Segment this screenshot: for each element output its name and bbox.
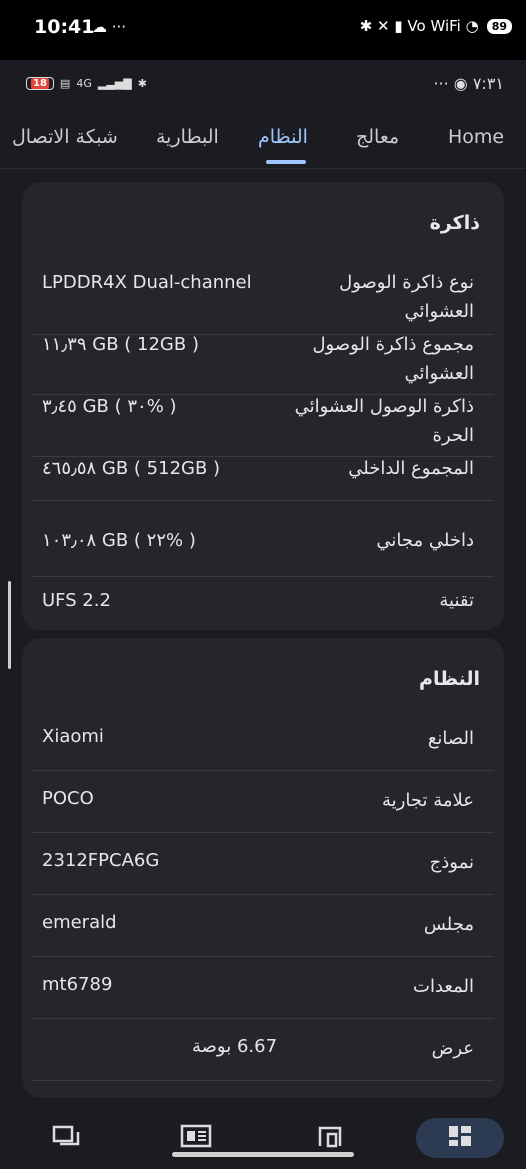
memory-card-title: ذاكرة bbox=[429, 212, 480, 234]
row-value[interactable]: mt6789 bbox=[42, 974, 112, 995]
memory-row-internal-free: داخلي مجاني ١٠٣٫٠٨ GB ( ٢٢% ) bbox=[32, 516, 494, 578]
system-card: النظام الصانع Xiaomi علامة تجارية POCO ن… bbox=[22, 638, 504, 1098]
memory-row-ram-type: نوع ذاكرة الوصول العشوائي LPDDR4X Dual-c… bbox=[32, 268, 494, 335]
row-divider bbox=[32, 576, 494, 577]
nav-tests[interactable] bbox=[46, 1120, 86, 1152]
tab-system[interactable]: النظام bbox=[258, 126, 308, 148]
row-value[interactable]: LPDDR4X Dual-channel bbox=[42, 272, 252, 293]
row-divider bbox=[32, 1080, 494, 1081]
newspaper-icon bbox=[180, 1124, 212, 1148]
home-indicator[interactable] bbox=[172, 1152, 354, 1157]
volte-icon: ▤ bbox=[59, 77, 71, 90]
row-value[interactable]: ٣٫٤٥ GB ( ٣٠% ) bbox=[42, 396, 177, 417]
row-value[interactable]: ٤٦٥٫٥٨ GB ( 512GB ) bbox=[42, 458, 220, 479]
app-window: 18 ▤ 4G ▂▃▅▇ ✱ ··· ◉ ٧:٣١ Home معالج الن… bbox=[0, 60, 526, 1169]
nav-devices[interactable] bbox=[310, 1120, 350, 1152]
row-divider bbox=[32, 832, 494, 833]
row-divider bbox=[32, 1018, 494, 1019]
memory-row-ram-free: ذاكرة الوصول العشوائي الحرة ٣٫٤٥ GB ( ٣٠… bbox=[32, 392, 494, 457]
tab-network[interactable]: شبكة الاتصال bbox=[12, 126, 118, 148]
row-divider bbox=[32, 500, 494, 501]
system-row-manufacturer: الصانع Xiaomi bbox=[32, 724, 494, 786]
memory-card: ذاكرة نوع ذاكرة الوصول العشوائي LPDDR4X … bbox=[22, 182, 504, 630]
row-label: الصانع bbox=[427, 728, 474, 749]
system-icons: ✱ ✕ ▮ Vo WiFi ◔ 89 bbox=[360, 17, 512, 35]
row-label: ذاكرة الوصول العشوائي الحرة bbox=[294, 396, 474, 446]
row-divider bbox=[32, 956, 494, 957]
battery-icon: 89 bbox=[486, 18, 512, 34]
system-row-hardware: المعدات mt6789 bbox=[32, 972, 494, 1034]
active-tab-indicator bbox=[266, 160, 306, 164]
row-divider bbox=[32, 770, 494, 771]
status-bar: 10:41 ☁ ··· ✱ ✕ ▮ Vo WiFi ◔ 89 bbox=[0, 0, 526, 60]
tab-battery[interactable]: البطارية bbox=[156, 126, 219, 148]
row-label: مجلس bbox=[423, 914, 474, 935]
device-icon bbox=[318, 1126, 342, 1148]
inner-status-bar: 18 ▤ 4G ▂▃▅▇ ✱ ··· ◉ ٧:٣١ bbox=[0, 60, 526, 112]
row-label: داخلي مجاني bbox=[376, 530, 474, 551]
row-label: المعدات bbox=[413, 976, 474, 997]
row-label: المجموع الداخلي bbox=[348, 458, 474, 479]
memory-row-internal-total: المجموع الداخلي ٤٦٥٫٥٨ GB ( 512GB ) bbox=[32, 454, 494, 516]
connectivity-icons: ✱ ✕ ▮ Vo WiFi ◔ bbox=[359, 17, 479, 35]
system-card-title: النظام bbox=[419, 668, 480, 690]
tab-divider bbox=[0, 168, 526, 169]
tab-home[interactable]: Home bbox=[448, 126, 504, 148]
row-label: عرض bbox=[431, 1038, 474, 1059]
row-value[interactable]: UFS 2.2 bbox=[42, 590, 111, 611]
row-divider bbox=[32, 894, 494, 895]
nav-dashboard[interactable] bbox=[440, 1120, 480, 1152]
system-row-model: نموذج 2312FPCA6G bbox=[32, 848, 494, 910]
system-row-display: عرض 6.67 بوصة bbox=[32, 1034, 494, 1096]
row-value[interactable]: emerald bbox=[42, 912, 117, 933]
row-value[interactable]: 2312FPCA6G bbox=[42, 850, 159, 871]
bluetooth-icon: ✱ bbox=[137, 77, 147, 90]
notification-icons: ☁ ··· bbox=[92, 18, 127, 36]
row-value[interactable]: ١١٫٣٩ GB ( 12GB ) bbox=[42, 334, 199, 355]
network-icon: 4G bbox=[76, 77, 92, 90]
tab-bar: Home معالج النظام البطارية شبكة الاتصال bbox=[0, 112, 526, 168]
inner-battery-icon: 18 bbox=[26, 77, 54, 90]
scrollbar-thumb[interactable] bbox=[8, 581, 11, 669]
row-label: نموذج bbox=[429, 852, 474, 873]
signal-icon: ▂▃▅▇ bbox=[97, 77, 132, 90]
system-row-board: مجلس emerald bbox=[32, 910, 494, 972]
row-label: علامة تجارية bbox=[382, 790, 474, 811]
row-value[interactable]: Xiaomi bbox=[42, 726, 104, 747]
inner-status-right: ··· ◉ ٧:٣١ bbox=[433, 74, 504, 93]
nav-news[interactable] bbox=[176, 1120, 216, 1152]
tab-processor[interactable]: معالج bbox=[356, 126, 399, 148]
chat-icon bbox=[52, 1125, 80, 1146]
memory-row-ram-total: مجموع ذاكرة الوصول العشوائي ١١٫٣٩ GB ( 1… bbox=[32, 330, 494, 395]
row-label: نوع ذاكرة الوصول العشوائي bbox=[339, 272, 474, 322]
row-value[interactable]: ١٠٣٫٠٨ GB ( ٢٢% ) bbox=[42, 530, 196, 551]
row-value[interactable]: POCO bbox=[42, 788, 94, 809]
status-time: 10:41 bbox=[34, 16, 95, 38]
dashboard-icon bbox=[449, 1126, 471, 1146]
system-row-brand: علامة تجارية POCO bbox=[32, 786, 494, 848]
row-label: تقنية bbox=[439, 590, 474, 611]
row-value[interactable]: 6.67 بوصة bbox=[192, 1036, 277, 1057]
row-label: مجموع ذاكرة الوصول العشوائي bbox=[312, 334, 474, 384]
memory-row-technology: تقنية UFS 2.2 bbox=[32, 578, 494, 630]
bottom-navigation bbox=[0, 1102, 526, 1169]
inner-status-left: 18 ▤ 4G ▂▃▅▇ ✱ bbox=[26, 77, 147, 90]
